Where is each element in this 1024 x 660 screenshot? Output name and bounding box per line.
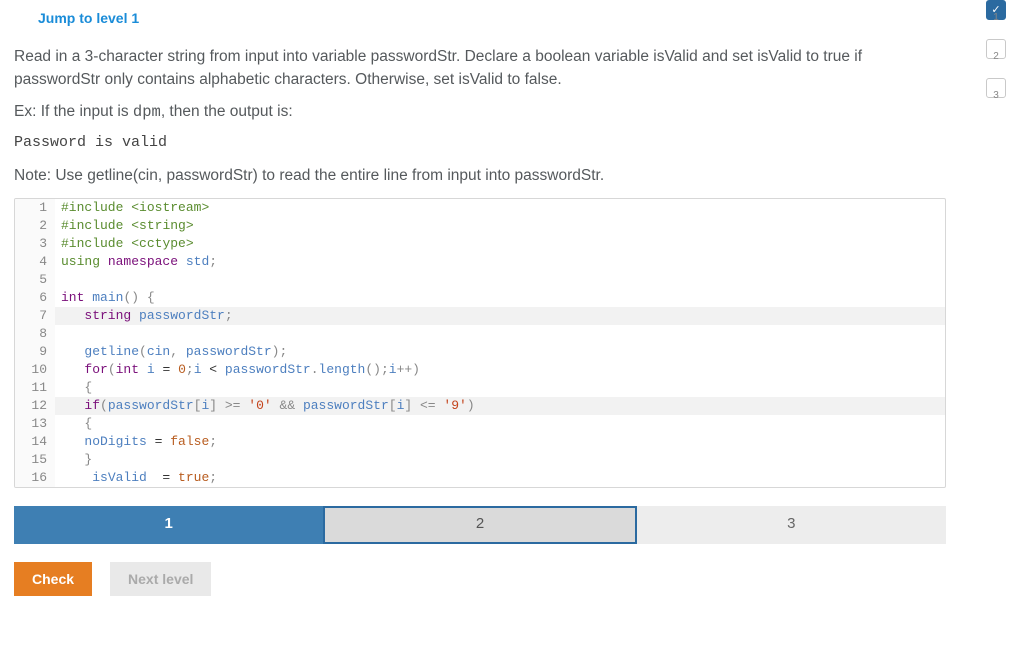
step-tab-2[interactable]: 2 [323, 506, 636, 544]
line-number: 14 [15, 433, 55, 451]
code-content[interactable] [55, 271, 61, 289]
line-number: 15 [15, 451, 55, 469]
line-number: 10 [15, 361, 55, 379]
code-line[interactable]: 9 getline(cin, passwordStr); [15, 343, 945, 361]
line-number: 9 [15, 343, 55, 361]
code-content[interactable] [55, 325, 61, 343]
code-line[interactable]: 2#include <string> [15, 217, 945, 235]
code-content[interactable]: isValid = true; [55, 469, 217, 487]
code-line[interactable]: 14 noDigits = false; [15, 433, 945, 451]
code-content[interactable]: #include <string> [55, 217, 194, 235]
code-content[interactable]: using namespace std; [55, 253, 217, 271]
line-number: 4 [15, 253, 55, 271]
line-number: 16 [15, 469, 55, 487]
line-number: 3 [15, 235, 55, 253]
code-line[interactable]: 3#include <cctype> [15, 235, 945, 253]
progress-label: 1 [993, 10, 999, 25]
instructions-note: Note: Use getline(cin, passwordStr) to r… [14, 164, 946, 187]
code-content[interactable]: string passwordStr; [55, 307, 233, 325]
instructions-example: Ex: If the input is dpm, then the output… [14, 100, 946, 124]
code-content[interactable]: } [55, 451, 92, 469]
code-content[interactable]: { [55, 415, 92, 433]
code-line[interactable]: 7 string passwordStr; [15, 307, 945, 325]
jump-to-level-link[interactable]: Jump to level 1 [38, 8, 139, 29]
code-content[interactable]: #include <iostream> [55, 199, 209, 217]
code-line[interactable]: 10 for(int i = 0;i < passwordStr.length(… [15, 361, 945, 379]
progress-column: ✓123 [986, 0, 1006, 103]
code-content[interactable]: if(passwordStr[i] >= '0' && passwordStr[… [55, 397, 475, 415]
example-suffix: , then the output is: [161, 103, 293, 120]
line-number: 5 [15, 271, 55, 289]
check-button[interactable]: Check [14, 562, 92, 596]
line-number: 1 [15, 199, 55, 217]
code-content[interactable]: noDigits = false; [55, 433, 217, 451]
code-line[interactable]: 4using namespace std; [15, 253, 945, 271]
code-line[interactable]: 12 if(passwordStr[i] >= '0' && passwordS… [15, 397, 945, 415]
line-number: 11 [15, 379, 55, 397]
line-number: 7 [15, 307, 55, 325]
line-number: 2 [15, 217, 55, 235]
line-number: 6 [15, 289, 55, 307]
code-line[interactable]: 13 { [15, 415, 945, 433]
progress-label: 3 [993, 88, 999, 103]
example-prefix: Ex: If the input is [14, 103, 133, 120]
instructions-paragraph-1: Read in a 3-character string from input … [14, 45, 946, 92]
code-content[interactable]: getline(cin, passwordStr); [55, 343, 287, 361]
line-number: 8 [15, 325, 55, 343]
code-content[interactable]: { [55, 379, 92, 397]
code-line[interactable]: 1#include <iostream> [15, 199, 945, 217]
line-number: 12 [15, 397, 55, 415]
code-line[interactable]: 5 [15, 271, 945, 289]
step-tab-3[interactable]: 3 [637, 506, 946, 544]
step-tabs: 123 [14, 506, 946, 544]
next-level-button: Next level [110, 562, 211, 596]
code-editor[interactable]: 1#include <iostream>2#include <string>3#… [14, 198, 946, 488]
code-content[interactable]: for(int i = 0;i < passwordStr.length();i… [55, 361, 420, 379]
progress-label: 2 [993, 49, 999, 64]
code-content[interactable]: #include <cctype> [55, 235, 194, 253]
code-content[interactable]: int main() { [55, 289, 155, 307]
code-line[interactable]: 11 { [15, 379, 945, 397]
code-line[interactable]: 16 isValid = true; [15, 469, 945, 487]
code-line[interactable]: 6int main() { [15, 289, 945, 307]
line-number: 13 [15, 415, 55, 433]
code-line[interactable]: 8 [15, 325, 945, 343]
example-output: Password is valid [14, 132, 946, 155]
code-line[interactable]: 15 } [15, 451, 945, 469]
step-tab-1[interactable]: 1 [14, 506, 323, 544]
example-input-code: dpm [133, 103, 161, 121]
